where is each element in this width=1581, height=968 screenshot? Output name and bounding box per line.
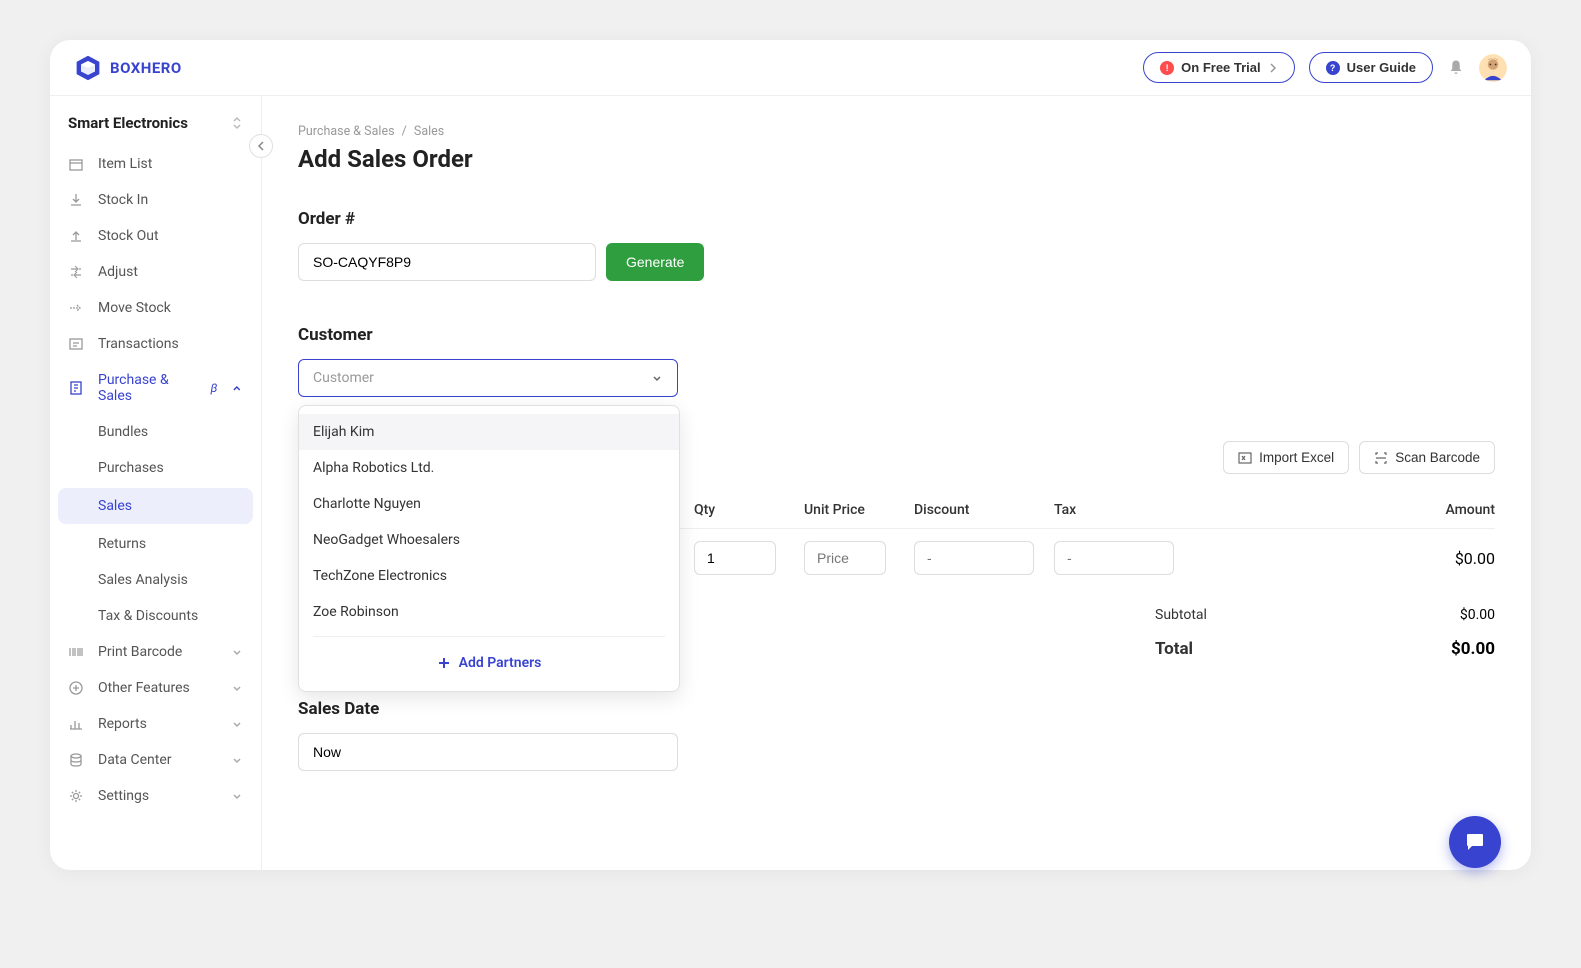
dropdown-option[interactable]: Charlotte Nguyen — [299, 486, 679, 522]
trial-button[interactable]: ! On Free Trial — [1143, 52, 1294, 83]
main-content: Purchase & Sales / Sales Add Sales Order… — [262, 96, 1531, 870]
qty-input[interactable] — [694, 541, 776, 575]
amount-cell: $0.00 — [1194, 549, 1495, 568]
sidebar-item-stock-in[interactable]: Stock In — [50, 182, 261, 218]
sidebar-sub-returns[interactable]: Returns — [50, 526, 261, 562]
sidebar-item-move-stock[interactable]: Move Stock — [50, 290, 261, 326]
chevron-down-icon — [231, 646, 243, 658]
chevron-right-icon — [1268, 63, 1278, 73]
alert-icon: ! — [1160, 61, 1174, 75]
chevron-down-icon — [231, 754, 243, 766]
sidebar-item-adjust[interactable]: Adjust — [50, 254, 261, 290]
chat-fab[interactable] — [1449, 816, 1501, 868]
breadcrumb-parent[interactable]: Purchase & Sales — [298, 124, 395, 139]
team-selector[interactable]: Smart Electronics — [50, 114, 261, 146]
dropdown-option[interactable]: TechZone Electronics — [299, 558, 679, 594]
discount-input[interactable] — [914, 541, 1034, 575]
sidebar-item-data-center[interactable]: Data Center — [50, 742, 261, 778]
logo[interactable]: BOXHERO — [74, 54, 182, 82]
upload-icon — [68, 228, 84, 244]
chevron-down-icon — [651, 372, 663, 384]
sales-date-input[interactable] — [298, 733, 678, 771]
sidebar: Smart Electronics Item List Stock In Sto… — [50, 96, 262, 870]
chevron-up-icon — [231, 382, 243, 394]
sidebar-item-transactions[interactable]: Transactions — [50, 326, 261, 362]
scan-barcode-button[interactable]: Scan Barcode — [1359, 441, 1495, 474]
adjust-icon — [68, 264, 84, 280]
add-partners-button[interactable]: Add Partners — [299, 643, 679, 683]
plus-icon — [437, 656, 451, 670]
avatar[interactable] — [1479, 54, 1507, 82]
sales-date-label: Sales Date — [298, 699, 1495, 719]
sidebar-sub-purchases[interactable]: Purchases — [50, 450, 261, 486]
help-icon: ? — [1326, 61, 1340, 75]
beta-badge: β — [211, 381, 218, 395]
bell-icon[interactable] — [1447, 59, 1465, 77]
sidebar-item-stock-out[interactable]: Stock Out — [50, 218, 261, 254]
dropdown-option[interactable]: Alpha Robotics Ltd. — [299, 450, 679, 486]
sidebar-sub-sales[interactable]: Sales — [58, 488, 253, 524]
chevron-down-icon — [231, 682, 243, 694]
dropdown-option[interactable]: NeoGadget Whoesalers — [299, 522, 679, 558]
database-icon — [68, 752, 84, 768]
chevron-down-icon — [231, 790, 243, 802]
download-icon — [68, 192, 84, 208]
chevron-down-icon — [231, 718, 243, 730]
dropdown-option[interactable]: Zoe Robinson — [299, 594, 679, 630]
breadcrumb: Purchase & Sales / Sales — [298, 124, 1495, 139]
generate-button[interactable]: Generate — [606, 243, 704, 281]
customer-label: Customer — [298, 325, 1495, 345]
excel-icon — [1238, 451, 1252, 465]
sidebar-item-reports[interactable]: Reports — [50, 706, 261, 742]
price-input[interactable] — [804, 541, 886, 575]
import-excel-button[interactable]: Import Excel — [1223, 441, 1349, 474]
transactions-icon — [68, 336, 84, 352]
scan-icon — [1374, 451, 1388, 465]
sidebar-item-other-features[interactable]: Other Features — [50, 670, 261, 706]
order-number-input[interactable] — [298, 243, 596, 281]
sidebar-sub-tax-discounts[interactable]: Tax & Discounts — [50, 598, 261, 634]
sidebar-item-settings[interactable]: Settings — [50, 778, 261, 814]
chevron-left-icon — [256, 141, 266, 151]
customer-select[interactable]: Customer — [298, 359, 678, 397]
sidebar-item-print-barcode[interactable]: Print Barcode — [50, 634, 261, 670]
chat-icon — [1463, 830, 1487, 854]
move-icon — [68, 300, 84, 316]
brand-name: BOXHERO — [110, 59, 182, 77]
chart-icon — [68, 716, 84, 732]
barcode-icon — [68, 644, 84, 660]
user-guide-button[interactable]: ? User Guide — [1309, 52, 1433, 83]
tax-input[interactable] — [1054, 541, 1174, 575]
breadcrumb-current: Sales — [414, 124, 444, 139]
page-title: Add Sales Order — [298, 145, 1495, 173]
order-label: Order # — [298, 209, 1495, 229]
plus-circle-icon — [68, 680, 84, 696]
receipt-icon — [68, 380, 84, 396]
gear-icon — [68, 788, 84, 804]
sidebar-sub-sales-analysis[interactable]: Sales Analysis — [50, 562, 261, 598]
logo-icon — [74, 54, 102, 82]
collapse-sidebar-button[interactable] — [249, 134, 273, 158]
customer-dropdown: Elijah Kim Alpha Robotics Ltd. Charlotte… — [298, 405, 680, 692]
sidebar-item-purchase-sales[interactable]: Purchase & Sales β — [50, 362, 261, 414]
dropdown-option[interactable]: Elijah Kim — [299, 414, 679, 450]
sidebar-sub-bundles[interactable]: Bundles — [50, 414, 261, 450]
box-icon — [68, 156, 84, 172]
sort-icon — [231, 116, 243, 130]
sidebar-item-item-list[interactable]: Item List — [50, 146, 261, 182]
